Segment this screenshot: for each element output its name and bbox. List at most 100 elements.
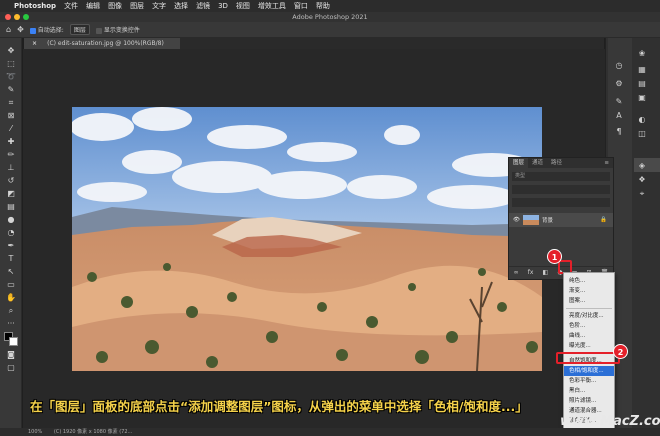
menu-layer[interactable]: 图层: [130, 1, 144, 11]
menu-select[interactable]: 选择: [174, 1, 188, 11]
styles-icon[interactable]: ◫: [636, 128, 648, 139]
quick-select-tool[interactable]: ✎: [0, 83, 22, 96]
swatches-icon[interactable]: ▤: [636, 78, 648, 89]
menu-plugins[interactable]: 增效工具: [258, 1, 286, 11]
menu-file[interactable]: 文件: [64, 1, 78, 11]
document-tabbar: × (C) edit-saturation.jpg @ 100%(RGB/8): [24, 38, 604, 49]
menu-item-levels[interactable]: 色阶...: [564, 321, 614, 331]
libraries-icon[interactable]: ▦: [636, 64, 648, 75]
quick-mask-icon[interactable]: ◙: [0, 348, 22, 361]
fx-icon[interactable]: fx: [528, 269, 534, 276]
type-tool[interactable]: T: [0, 252, 22, 265]
color-icon[interactable]: ◐: [636, 114, 648, 125]
color-swatches[interactable]: [0, 330, 21, 348]
menu-type[interactable]: 文字: [152, 1, 166, 11]
close-tab-icon[interactable]: ×: [32, 40, 39, 47]
menu-item-color-balance[interactable]: 色彩平衡...: [564, 376, 614, 386]
document-tab-label: (C) edit-saturation.jpg @ 100%(RGB/8): [39, 38, 172, 49]
move-tool-icon[interactable]: ✥: [17, 25, 24, 34]
step-badge-1: 1: [547, 249, 562, 264]
paragraph-icon[interactable]: ¶: [613, 126, 625, 137]
paths-dock-icon[interactable]: ⌖: [636, 188, 648, 199]
eyedropper-tool[interactable]: ⁄: [0, 122, 22, 135]
menu-item-exposure[interactable]: 曝光度...: [564, 341, 614, 351]
menu-image[interactable]: 图像: [108, 1, 122, 11]
eye-icon[interactable]: 👁: [513, 217, 520, 223]
transform-option[interactable]: 显示变换控件: [95, 25, 140, 34]
layer-thumbnail: [522, 215, 539, 225]
path-select-tool[interactable]: ↖: [0, 265, 22, 278]
tab-paths[interactable]: 路径: [547, 158, 566, 168]
menu-window[interactable]: 窗口: [294, 1, 308, 11]
brush-settings-icon[interactable]: ✎: [613, 96, 625, 107]
background-color[interactable]: [9, 337, 18, 346]
document-info: (C) 1920 像素 x 1080 像素 (72...: [53, 429, 133, 435]
lock-row[interactable]: [512, 198, 610, 207]
tab-layers[interactable]: 图层: [509, 158, 529, 168]
gradient-tool[interactable]: ▤: [0, 200, 22, 213]
menu-separator: [566, 308, 612, 309]
healing-tool[interactable]: ✚: [0, 135, 22, 148]
more-tools-icon[interactable]: ···: [0, 317, 22, 330]
add-mask-icon[interactable]: ◧: [543, 269, 549, 276]
brush-tool[interactable]: ✏: [0, 148, 22, 161]
auto-select-dropdown[interactable]: 图层: [69, 24, 90, 35]
layer-filter[interactable]: 类型: [512, 172, 610, 181]
screen-mode-icon[interactable]: ▢: [0, 361, 22, 374]
pen-tool[interactable]: ✒: [0, 239, 22, 252]
home-icon[interactable]: ⌂: [6, 25, 11, 34]
channels-dock-icon[interactable]: ❖: [636, 174, 648, 185]
menu-3d[interactable]: 3D: [218, 2, 228, 10]
hand-tool[interactable]: ✋: [0, 291, 22, 304]
blur-tool[interactable]: ●: [0, 213, 22, 226]
window-titlebar: Adobe Photoshop 2021: [0, 12, 660, 22]
transform-checkbox[interactable]: [95, 27, 102, 34]
learn-icon[interactable]: ❀: [636, 48, 648, 59]
document-tab[interactable]: × (C) edit-saturation.jpg @ 100%(RGB/8): [24, 38, 180, 49]
frame-tool[interactable]: ⊠: [0, 109, 22, 122]
menu-view[interactable]: 视图: [236, 1, 250, 11]
menu-item-gradient[interactable]: 渐变...: [564, 286, 614, 296]
auto-select-checkbox[interactable]: [29, 27, 36, 34]
menu-item-curves[interactable]: 曲线...: [564, 331, 614, 341]
marquee-tool[interactable]: ⬚: [0, 57, 22, 70]
menu-item-hue-saturation[interactable]: 色相/饱和度...: [564, 366, 614, 376]
layer-row-background[interactable]: 👁 背景 🔒: [509, 213, 613, 227]
panel-menu-icon[interactable]: ≡: [600, 158, 613, 168]
kind-label: 类型: [515, 173, 526, 179]
crop-tool[interactable]: ⌗: [0, 96, 22, 109]
menu-item-pattern[interactable]: 图案...: [564, 296, 614, 306]
adjustments-panel-icon[interactable]: ▣: [636, 92, 648, 103]
character-icon[interactable]: A: [613, 110, 625, 121]
eraser-tool[interactable]: ◩: [0, 187, 22, 200]
minimize-window-button[interactable]: [14, 14, 20, 20]
move-tool[interactable]: ✥: [0, 44, 22, 57]
tutorial-caption: 在「图层」面板的底部点击“添加调整图层”图标，从弹出的菜单中选择「色相/饱和度.…: [30, 399, 528, 414]
menu-edit[interactable]: 编辑: [86, 1, 100, 11]
menu-item-solid-color[interactable]: 纯色...: [564, 276, 614, 286]
auto-select-option[interactable]: 自动选择:: [29, 25, 64, 34]
menu-item-brightness-contrast[interactable]: 亮度/对比度...: [564, 311, 614, 321]
dodge-tool[interactable]: ◔: [0, 226, 22, 239]
history-icon[interactable]: ◷: [613, 60, 625, 71]
menu-help[interactable]: 帮助: [316, 1, 330, 11]
app-menu[interactable]: Photoshop: [14, 2, 56, 10]
mac-menubar: Photoshop 文件 编辑 图像 图层 文字 选择 滤镜 3D 视图 增效工…: [0, 0, 660, 12]
stamp-tool[interactable]: ⊥: [0, 161, 22, 174]
menu-filter[interactable]: 滤镜: [196, 1, 210, 11]
tools-panel: ✥ ⬚ ➰ ✎ ⌗ ⊠ ⁄ ✚ ✏ ⊥ ↺ ◩ ▤ ● ◔ ✒ T ↖ ▭ ✋ …: [0, 38, 22, 430]
layers-dock-icon[interactable]: ◈: [636, 160, 648, 171]
menu-item-black-white[interactable]: 黑白...: [564, 386, 614, 396]
zoom-window-button[interactable]: [23, 14, 29, 20]
zoom-tool[interactable]: ⌕: [0, 304, 22, 317]
zoom-level[interactable]: 100%: [28, 429, 42, 435]
blend-mode-row[interactable]: [512, 185, 610, 194]
document-image[interactable]: [72, 107, 542, 371]
close-window-button[interactable]: [5, 14, 11, 20]
shape-tool[interactable]: ▭: [0, 278, 22, 291]
lasso-tool[interactable]: ➰: [0, 70, 22, 83]
history-brush-tool[interactable]: ↺: [0, 174, 22, 187]
tab-channels[interactable]: 通道: [528, 158, 547, 168]
link-layers-icon[interactable]: ∞: [514, 269, 519, 276]
properties-icon[interactable]: ⚙: [613, 78, 625, 89]
